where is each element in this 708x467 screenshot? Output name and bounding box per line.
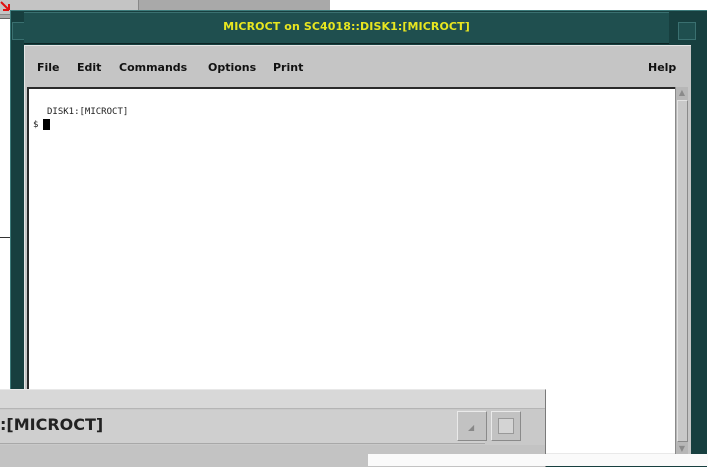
- text-cursor: [43, 119, 50, 130]
- overlay-path-field[interactable]: :[MICROCT]: [0, 410, 485, 444]
- maximize-square-icon: [498, 418, 514, 434]
- overlay-path-text: :[MICROCT]: [0, 415, 104, 434]
- window-title: MICROCT on SC4018::DISK1:[MICROCT]: [223, 20, 470, 33]
- menu-print[interactable]: Print: [273, 61, 303, 74]
- menu-print-label: Print: [273, 61, 304, 74]
- window-maximize-button[interactable]: [678, 22, 696, 40]
- menu-help[interactable]: Help: [648, 61, 676, 74]
- menu-file-label: File: [37, 61, 60, 74]
- menu-edit[interactable]: Edit: [77, 61, 101, 74]
- menu-options[interactable]: Options: [208, 61, 256, 74]
- resize-icon: ◢: [468, 423, 475, 432]
- scrollbar-thumb[interactable]: [677, 100, 688, 442]
- terminal-line-path: DISK1:[MICROCT]: [47, 107, 129, 117]
- menu-edit-label: Edit: [77, 61, 102, 74]
- menu-options-label: Options: [208, 61, 257, 74]
- menu-help-label: Help: [648, 61, 677, 74]
- terminal-line-prompt: $: [33, 120, 39, 130]
- menu-file[interactable]: File: [37, 61, 60, 74]
- menu-commands-label: Commands: [119, 61, 188, 74]
- menu-bar: File Edit Commands Options Print Help: [25, 46, 691, 86]
- overlay-window-titlebar[interactable]: [0, 390, 545, 409]
- background-gap: [368, 454, 708, 466]
- menu-commands[interactable]: Commands: [119, 61, 187, 74]
- scroll-up-arrow-icon[interactable]: ▲: [677, 88, 687, 98]
- vertical-scrollbar[interactable]: ▲ ▼: [675, 87, 688, 455]
- title-bar[interactable]: MICROCT on SC4018::DISK1:[MICROCT]: [24, 12, 669, 44]
- resize-button[interactable]: ◢: [457, 411, 487, 441]
- scroll-down-arrow-icon[interactable]: ▼: [677, 444, 687, 454]
- maximize-button[interactable]: [491, 411, 521, 441]
